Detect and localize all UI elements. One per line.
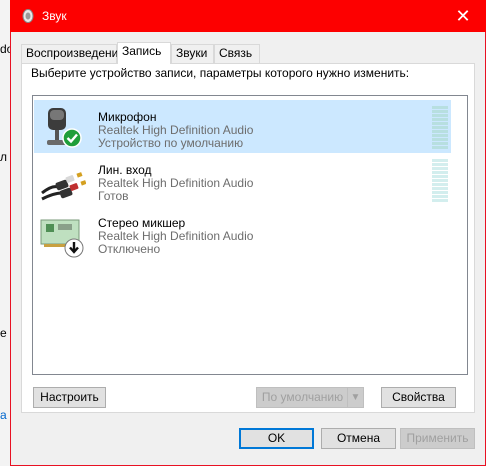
- cancel-button[interactable]: Отмена: [321, 428, 396, 449]
- device-name: Микрофон: [98, 110, 157, 124]
- level-meter: [432, 159, 448, 205]
- device-name: Стерео микшер: [98, 216, 186, 230]
- line-in-icon: [41, 172, 86, 201]
- background-link: а: [0, 408, 7, 422]
- ok-button[interactable]: OK: [239, 428, 314, 449]
- device-list[interactable]: Микрофон Realtek High Definition Audio У…: [32, 95, 468, 375]
- device-driver: Realtek High Definition Audio: [98, 123, 254, 137]
- microphone-icon: [47, 108, 82, 148]
- device-name: Лин. вход: [98, 163, 152, 177]
- tab-playback[interactable]: Воспроизведение: [21, 44, 125, 63]
- device-driver: Realtek High Definition Audio: [98, 176, 254, 190]
- properties-button[interactable]: Свойства: [381, 387, 456, 408]
- set-default-label: По умолчанию: [261, 390, 344, 404]
- list-item[interactable]: Лин. вход Realtek High Definition Audio …: [34, 153, 451, 206]
- device-status: Готов: [98, 189, 129, 203]
- level-meter: [432, 106, 448, 152]
- chevron-down-icon[interactable]: ▼: [347, 388, 363, 407]
- set-default-button[interactable]: По умолчанию ▼: [256, 387, 364, 408]
- instruction-text: Выберите устройство записи, параметры ко…: [31, 66, 410, 80]
- background-text: е: [0, 326, 7, 340]
- device-status: Устройство по умолчанию: [98, 136, 244, 150]
- speaker-icon: [22, 9, 34, 23]
- list-item[interactable]: Микрофон Realtek High Definition Audio У…: [34, 100, 451, 153]
- configure-button[interactable]: Настроить: [33, 387, 106, 408]
- tab-sounds[interactable]: Звуки: [171, 44, 214, 63]
- tab-communications[interactable]: Связь: [214, 44, 260, 63]
- apply-button[interactable]: Применить: [400, 428, 475, 449]
- device-driver: Realtek High Definition Audio: [98, 229, 254, 243]
- stereo-mixer-icon: [40, 219, 84, 258]
- window-title: Звук: [42, 9, 67, 23]
- sound-dialog: Звук ✕ Воспроизведение Запись Звуки Связ…: [10, 0, 486, 466]
- list-item[interactable]: Стерео микшер Realtek High Definition Au…: [34, 206, 451, 259]
- close-button[interactable]: ✕: [440, 0, 486, 32]
- title-bar[interactable]: Звук ✕: [10, 0, 486, 32]
- tab-recording[interactable]: Запись: [117, 42, 171, 64]
- device-status: Отключено: [98, 242, 161, 256]
- background-text: л: [0, 150, 8, 164]
